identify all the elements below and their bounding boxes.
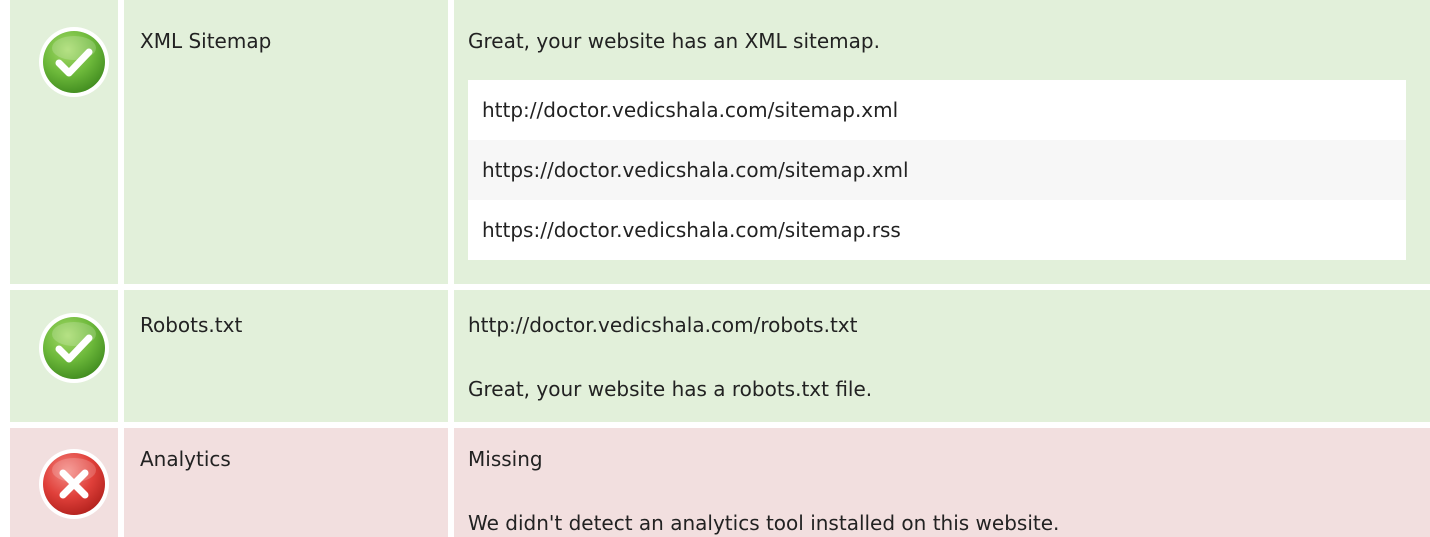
error-circle-icon	[39, 449, 109, 519]
analytics-status: Missing	[468, 447, 543, 471]
report-row-xml-sitemap: XML Sitemap Great, your website has an X…	[0, 0, 1430, 284]
result-message: We didn't detect an analytics tool insta…	[468, 511, 1060, 535]
row-label: Analytics	[140, 447, 231, 471]
result-message: Great, your website has a robots.txt fil…	[468, 377, 873, 401]
sitemap-url-list: http://doctor.vedicshala.com/sitemap.xml…	[468, 80, 1406, 260]
row-label: XML Sitemap	[140, 29, 272, 53]
result-message: Great, your website has an XML sitemap.	[468, 29, 880, 53]
label-cell: Robots.txt	[124, 290, 448, 422]
status-cell	[10, 290, 118, 422]
report-row-analytics: Analytics Missing We didn't detect an an…	[0, 428, 1430, 537]
result-cell: Great, your website has an XML sitemap. …	[454, 0, 1430, 284]
robots-url: http://doctor.vedicshala.com/robots.txt	[468, 313, 858, 337]
sitemap-url: https://doctor.vedicshala.com/sitemap.xm…	[468, 140, 1406, 200]
status-cell	[10, 428, 118, 537]
row-label: Robots.txt	[140, 313, 243, 337]
report-row-robots-txt: Robots.txt http://doctor.vedicshala.com/…	[0, 290, 1430, 422]
seo-report: XML Sitemap Great, your website has an X…	[0, 0, 1430, 537]
check-circle-icon	[39, 27, 109, 97]
result-cell: Missing We didn't detect an analytics to…	[454, 428, 1430, 537]
label-cell: XML Sitemap	[124, 0, 448, 284]
label-cell: Analytics	[124, 428, 448, 537]
result-cell: http://doctor.vedicshala.com/robots.txt …	[454, 290, 1430, 422]
sitemap-url: https://doctor.vedicshala.com/sitemap.rs…	[468, 200, 1406, 260]
check-circle-icon	[39, 313, 109, 383]
sitemap-url: http://doctor.vedicshala.com/sitemap.xml	[468, 80, 1406, 140]
status-cell	[10, 0, 118, 284]
